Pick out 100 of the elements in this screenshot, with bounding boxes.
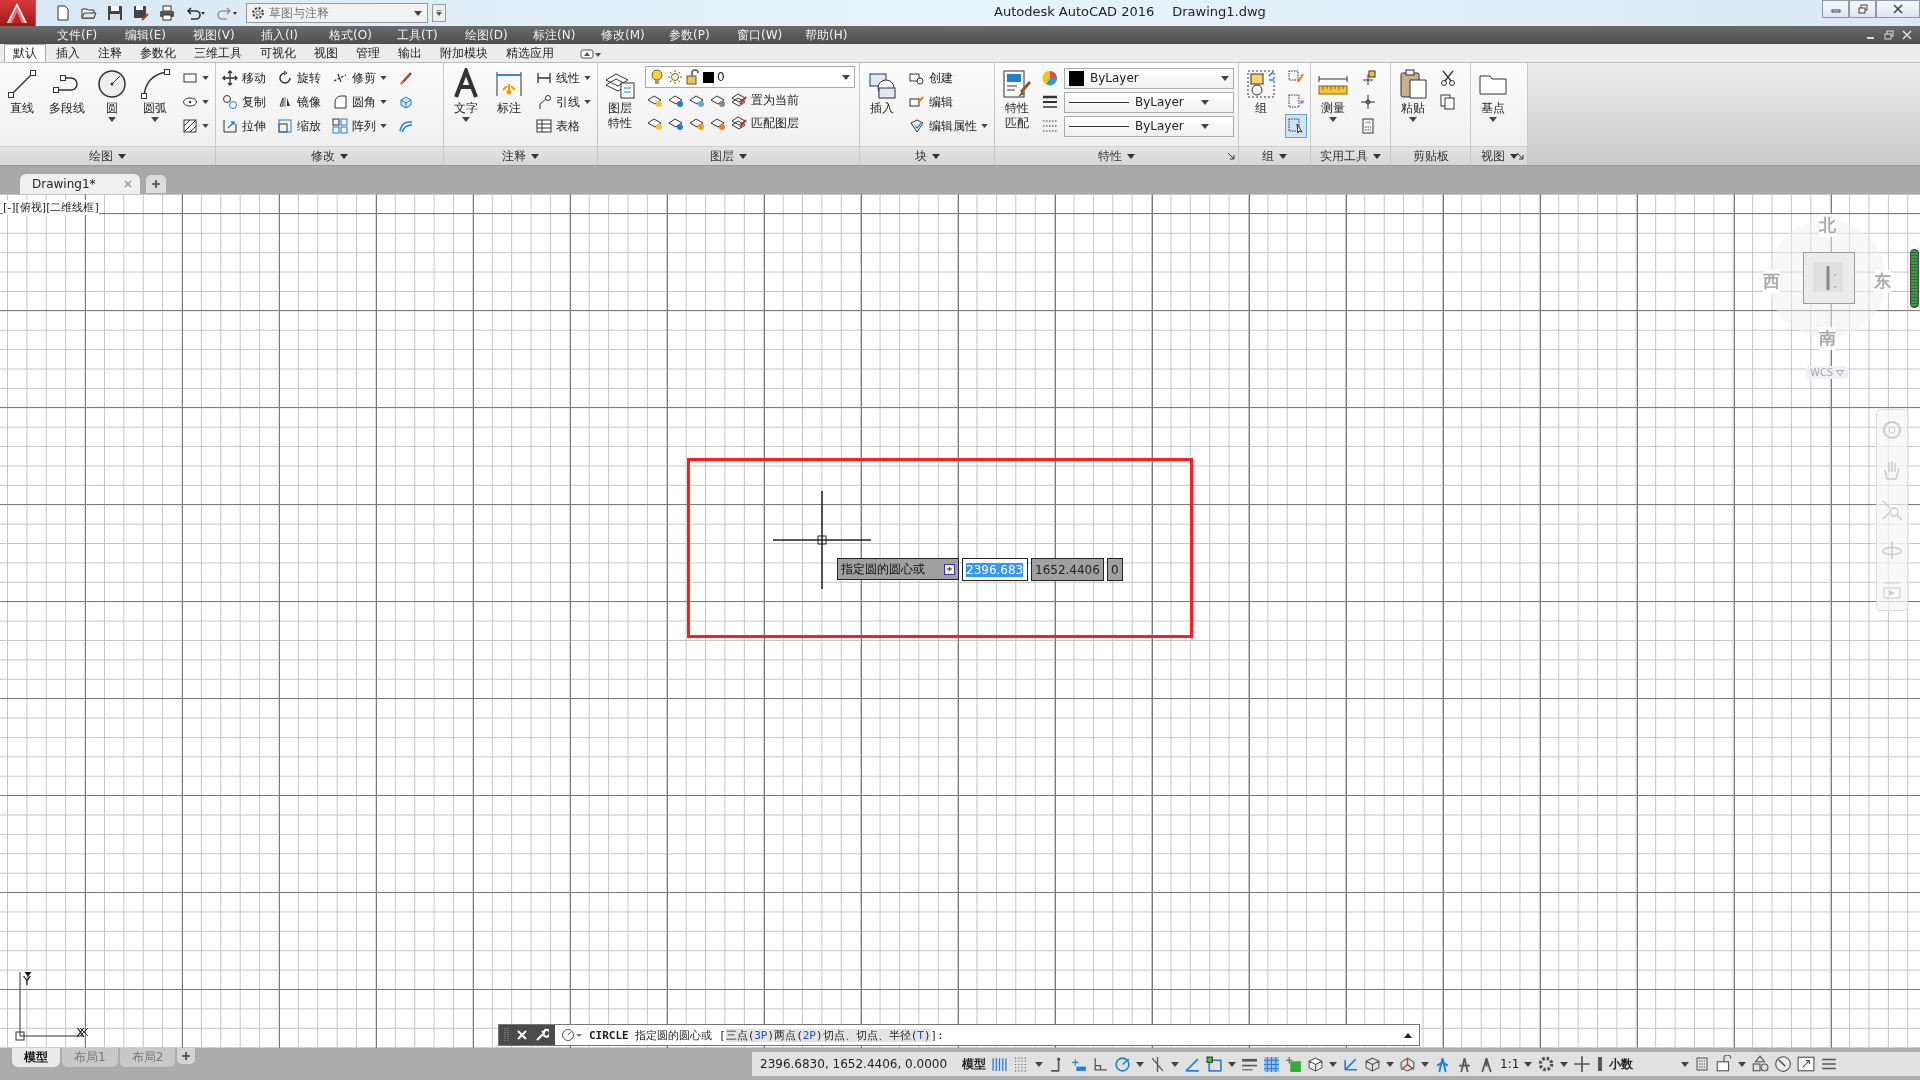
file-tab[interactable]: Drawing1*: [20, 174, 140, 194]
ribbon-button[interactable]: 置为当前: [729, 89, 801, 111]
caret-icon[interactable]: [1329, 1061, 1338, 1067]
close-button[interactable]: [1876, 0, 1920, 18]
menu-item[interactable]: 修改(M): [596, 26, 664, 44]
units-dropdown[interactable]: 小数: [1609, 1055, 1690, 1073]
ribbon-button[interactable]: [1286, 115, 1306, 137]
ribbon-button[interactable]: 表格: [534, 115, 593, 137]
options-icon[interactable]: [944, 563, 955, 575]
ribbon-button[interactable]: 插入: [864, 66, 900, 118]
ribbon-button[interactable]: 多段线: [47, 66, 87, 118]
lock-icon[interactable]: [1715, 1055, 1734, 1073]
caret-icon[interactable]: [1560, 1061, 1569, 1067]
menu-item[interactable]: 帮助(H): [800, 26, 868, 44]
menu-item[interactable]: 标注(N): [528, 26, 596, 44]
property-dropdown[interactable]: ByLayer: [1064, 115, 1234, 137]
ribbon-button[interactable]: 匹配图层: [729, 112, 801, 134]
ribbon-button[interactable]: 拉伸: [220, 115, 268, 137]
ribbon-button[interactable]: [1438, 91, 1458, 113]
ribbon-button[interactable]: 基点: [1475, 66, 1511, 124]
property-dropdown[interactable]: ByLayer: [1064, 91, 1234, 113]
ribbon-button[interactable]: 编辑属性: [907, 115, 990, 137]
panel-footer[interactable]: 图层: [598, 146, 859, 165]
cube-icon[interactable]: [1307, 1055, 1325, 1073]
input-field[interactable]: 0: [1106, 558, 1123, 581]
ribbon-tab[interactable]: 插入: [48, 45, 88, 62]
input-field[interactable]: 1652.4406: [1031, 558, 1104, 581]
ribbon-tab[interactable]: 附加模块: [432, 45, 496, 62]
caret-icon[interactable]: [1228, 1061, 1237, 1067]
panel-footer[interactable]: 实用工具: [1311, 146, 1390, 165]
restore-icon[interactable]: [1884, 30, 1894, 40]
layout-tab[interactable]: 模型: [12, 1048, 60, 1067]
ribbon-button[interactable]: 移动: [220, 67, 268, 89]
new-tab-button[interactable]: [146, 175, 166, 193]
ribbon-button[interactable]: 特性匹配: [999, 66, 1035, 133]
isolate-objects-icon[interactable]: [1751, 1055, 1770, 1073]
ribbon-tab[interactable]: 三维工具: [186, 45, 250, 62]
caret-icon[interactable]: [1136, 1061, 1145, 1067]
panel-footer[interactable]: 修改: [216, 146, 443, 165]
new-layout-button[interactable]: [177, 1048, 196, 1064]
menu-item[interactable]: 窗口(W): [732, 26, 800, 44]
ruler-icon[interactable]: [1596, 1055, 1605, 1073]
fullscreen-icon[interactable]: [1797, 1055, 1816, 1073]
dialog-launcher-icon[interactable]: [1516, 152, 1524, 160]
command-icon[interactable]: [561, 1028, 583, 1042]
cube-outline-icon[interactable]: [1364, 1055, 1382, 1073]
polar-icon[interactable]: [1114, 1055, 1132, 1073]
application-menu-button[interactable]: [0, 0, 36, 26]
caret-icon[interactable]: [1171, 1061, 1180, 1067]
ribbon-tab[interactable]: 视图: [306, 45, 346, 62]
ribbon-button[interactable]: 标注: [491, 66, 527, 118]
dialog-launcher-icon[interactable]: [1227, 152, 1235, 160]
layer-dropdown[interactable]: 0: [645, 66, 855, 88]
grip-icon[interactable]: [503, 1027, 509, 1043]
menu-item[interactable]: 参数(P): [664, 26, 732, 44]
restore-button[interactable]: [1849, 0, 1876, 18]
ribbon-tab[interactable]: 注释: [90, 45, 130, 62]
model-space-button[interactable]: 模型: [962, 1055, 987, 1073]
gear-icon[interactable]: [1537, 1055, 1556, 1073]
ribbon-button[interactable]: 圆角: [330, 91, 389, 113]
ribbon-button[interactable]: 图层特性: [602, 66, 638, 133]
menu-item[interactable]: 格式(O): [324, 26, 392, 44]
drawing-grid[interactable]: [-][俯视][二维线框] 指定圆的圆心或 2396.683 1652.4406 0 Y X 北 西 东 南 WCS CIRCLE 指定圆的圆心或 [三点(3P)两点(2P)切点、切点、半径(T)]:: [0, 194, 1920, 1048]
gizmo-icon[interactable]: [1399, 1055, 1417, 1073]
property-dropdown[interactable]: ByLayer: [1064, 67, 1234, 89]
ribbon-tab[interactable]: 参数化: [132, 45, 184, 62]
ribbon-button[interactable]: 圆弧: [137, 66, 173, 124]
ribbon-button[interactable]: 创建: [907, 67, 990, 89]
menu-item[interactable]: 工具(T): [392, 26, 460, 44]
panel-footer[interactable]: 视图: [1471, 146, 1527, 165]
minimize-button[interactable]: [1822, 0, 1849, 18]
grid-icon[interactable]: [991, 1055, 1009, 1073]
ribbon-button[interactable]: 粘贴: [1395, 66, 1431, 124]
ribbon-tab[interactable]: 默认: [4, 44, 46, 62]
caret-icon[interactable]: [1035, 1061, 1044, 1067]
caret-icon[interactable]: [1524, 1061, 1533, 1067]
ribbon-button[interactable]: 组: [1243, 66, 1279, 118]
plus-icon[interactable]: [1573, 1055, 1592, 1073]
wrench-icon[interactable]: [535, 1028, 549, 1042]
angle-corner-icon[interactable]: [1092, 1055, 1110, 1073]
menu-item[interactable]: 编辑(E): [120, 26, 188, 44]
ribbon-button[interactable]: 旋转: [275, 67, 323, 89]
ribbon-button[interactable]: 线性: [534, 67, 593, 89]
panel-footer[interactable]: 注释: [444, 146, 597, 165]
ribbon-button[interactable]: 直线: [4, 66, 40, 118]
caret-icon[interactable]: [1421, 1061, 1430, 1067]
ribbon-button[interactable]: 编辑: [907, 91, 990, 113]
panel-footer[interactable]: 块: [860, 146, 994, 165]
menu-item[interactable]: 插入(I): [256, 26, 324, 44]
ribbon-tab[interactable]: 精选应用: [498, 45, 562, 62]
selection-cycle-icon[interactable]: [1285, 1055, 1303, 1073]
panel-footer[interactable]: 剪贴板: [1391, 146, 1470, 165]
ribbon-button[interactable]: 引线: [534, 91, 593, 113]
panel-footer[interactable]: 特性: [995, 146, 1238, 165]
object-snap-icon[interactable]: [1206, 1055, 1224, 1073]
ribbon-button[interactable]: 镜像: [275, 91, 323, 113]
ribbon-tab[interactable]: 可视化: [252, 45, 304, 62]
panel-footer[interactable]: 组: [1239, 146, 1310, 165]
transparency-icon[interactable]: [1263, 1055, 1281, 1073]
panel-footer[interactable]: 绘图: [0, 146, 215, 165]
